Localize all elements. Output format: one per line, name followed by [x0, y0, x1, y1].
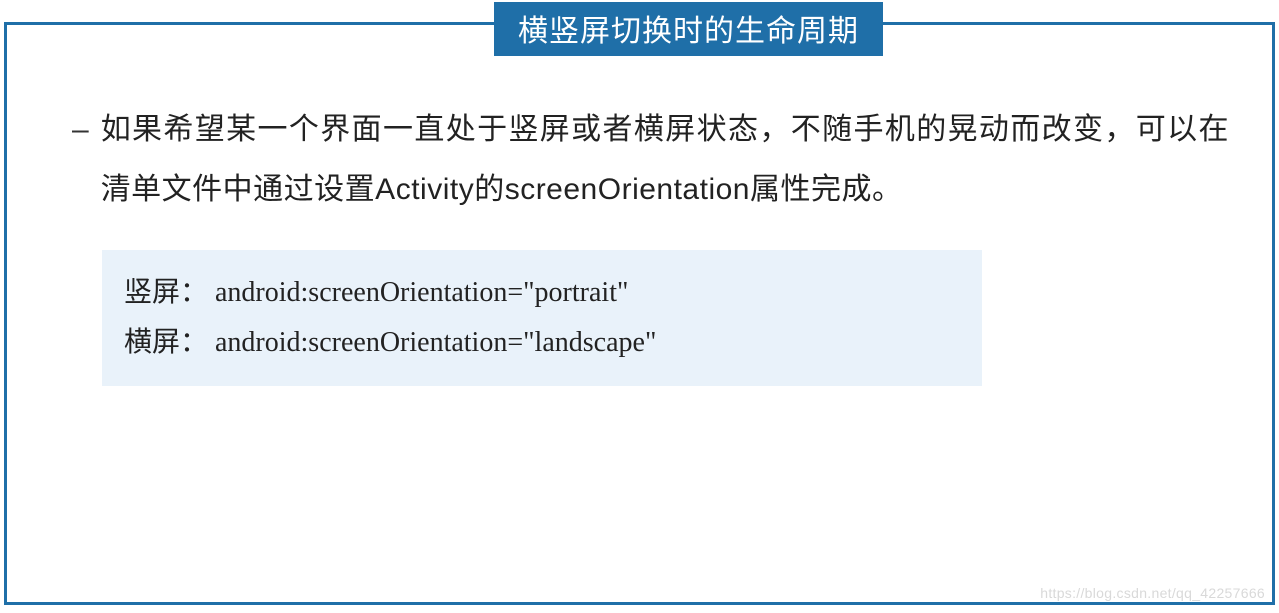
code-line-portrait: 竖屏： android:screenOrientation="portrait": [124, 268, 960, 318]
bullet-marker: –: [72, 100, 89, 160]
slide-title-banner: 横竖屏切换时的生命周期: [494, 2, 883, 56]
paragraph-text: 如果希望某一个界面一直处于竖屏或者横屏状态，不随手机的晃动而改变，可以在清单文件…: [101, 100, 1229, 220]
code-block: 竖屏： android:screenOrientation="portrait"…: [102, 250, 982, 386]
bullet-item: – 如果希望某一个界面一直处于竖屏或者横屏状态，不随手机的晃动而改变，可以在清单…: [72, 100, 1229, 220]
code-line-landscape: 横屏： android:screenOrientation="landscape…: [124, 318, 960, 368]
slide-content: – 如果希望某一个界面一直处于竖屏或者横屏状态，不随手机的晃动而改变，可以在清单…: [72, 100, 1229, 386]
slide-title: 横竖屏切换时的生命周期: [518, 15, 859, 48]
watermark-text: https://blog.csdn.net/qq_42257666: [1040, 585, 1265, 601]
